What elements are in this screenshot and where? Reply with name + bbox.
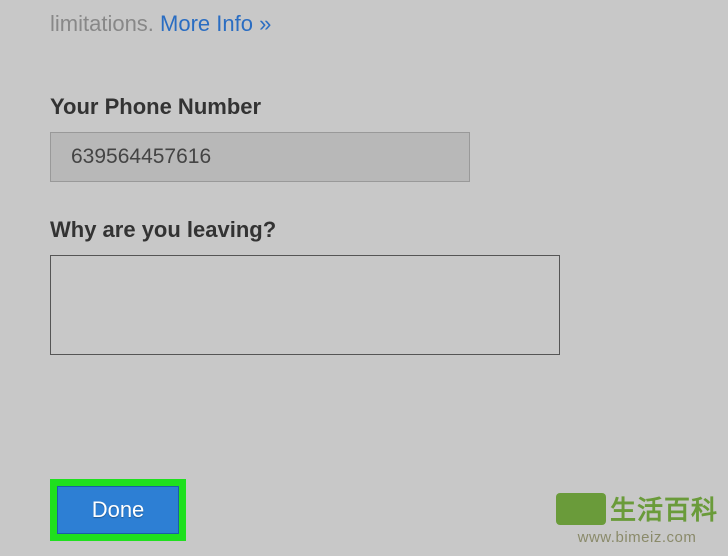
watermark: 生活百科 www.bimeiz.com <box>556 490 718 546</box>
more-info-link[interactable]: More Info » <box>160 11 271 36</box>
watermark-top: 生活百科 <box>556 490 718 527</box>
reason-textarea[interactable] <box>50 255 560 355</box>
intro-fragment: limitations. <box>50 11 154 36</box>
watermark-chars: 生活百科 <box>610 490 718 527</box>
phone-number-input[interactable] <box>50 132 470 182</box>
watermark-logo-icon <box>556 493 606 525</box>
done-button-highlight: Done <box>50 479 186 541</box>
done-button[interactable]: Done <box>57 486 179 534</box>
intro-text: limitations. More Info » <box>50 10 678 39</box>
reason-label: Why are you leaving? <box>50 217 678 243</box>
done-button-label: Done <box>92 497 145 523</box>
watermark-url: www.bimeiz.com <box>556 529 718 546</box>
phone-number-label: Your Phone Number <box>50 94 678 120</box>
